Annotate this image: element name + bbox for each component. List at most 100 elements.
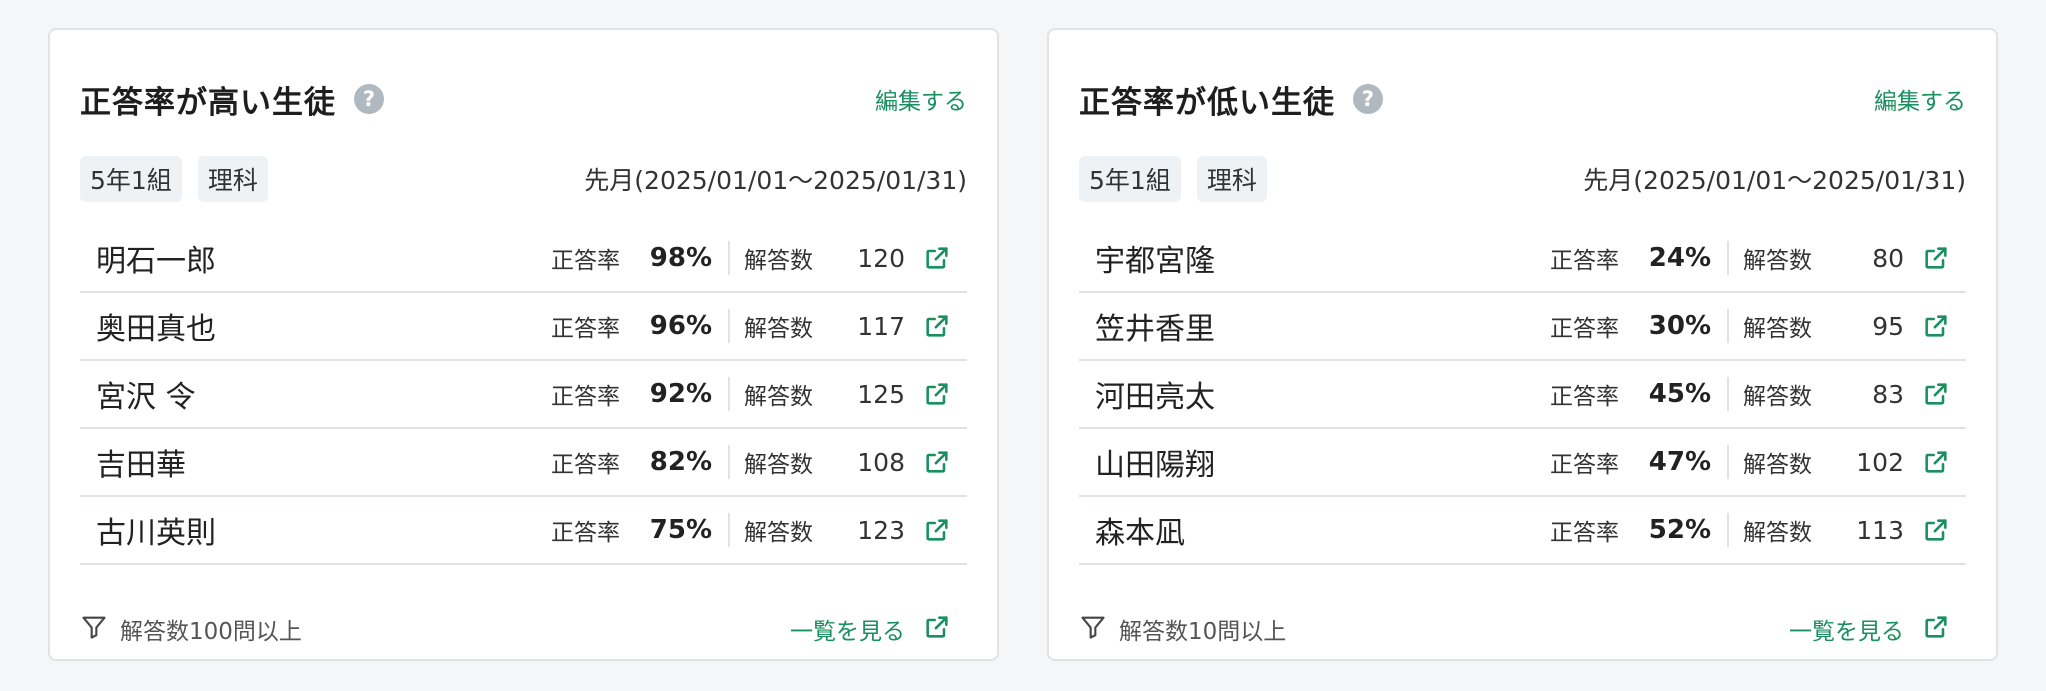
divider: [1727, 513, 1729, 547]
rate-label: 正答率: [1550, 248, 1619, 274]
divider: [728, 309, 730, 343]
count-value: 102: [1856, 447, 1904, 477]
rate-label: 正答率: [551, 520, 620, 546]
view-all-link[interactable]: 一覧を見る: [1789, 612, 1966, 646]
filter-funnel-icon: [1079, 613, 1119, 645]
student-row: 山田陽翔 正答率 47% 解答数 102: [1079, 429, 1966, 497]
student-row: 宮沢 令 正答率 92% 解答数 125: [80, 361, 967, 429]
filter-info: 解答数10問以上: [1079, 612, 1286, 646]
high-accuracy-card: 正答率が高い生徒 ? 編集する 5年1組 理科 先月(2025/01/01〜20…: [48, 28, 999, 661]
count-label: 解答数: [744, 248, 813, 274]
class-tag: 5年1組: [1079, 156, 1181, 202]
edit-link[interactable]: 編集する: [875, 82, 967, 116]
count-value: 108: [857, 447, 905, 477]
student-row: 森本凪 正答率 52% 解答数 113: [1079, 497, 1966, 565]
subject-tag: 理科: [1196, 156, 1267, 202]
card-title: 正答率が高い生徒: [80, 84, 336, 121]
count-value: 113: [1856, 515, 1904, 545]
count-label: 解答数: [744, 316, 813, 342]
count-value: 123: [857, 515, 905, 545]
count-value: 125: [857, 379, 905, 409]
external-link-icon[interactable]: [905, 244, 967, 272]
view-all-label: 一覧を見る: [1789, 619, 1904, 645]
external-link-icon[interactable]: [905, 380, 967, 408]
rate-label: 正答率: [1550, 452, 1619, 478]
card-meta: 5年1組 理科 先月(2025/01/01〜2025/01/31): [80, 156, 967, 202]
count-value: 80: [1872, 243, 1904, 273]
count-value: 83: [1872, 379, 1904, 409]
filter-info: 解答数100問以上: [80, 612, 302, 646]
student-row: 宇都宮隆 正答率 24% 解答数 80: [1079, 225, 1966, 293]
card-header: 正答率が低い生徒 ? 編集する: [1079, 74, 1966, 124]
divider: [728, 241, 730, 275]
student-name: 森本凪: [1095, 516, 1185, 551]
student-name: 奥田真也: [96, 312, 216, 347]
card-title: 正答率が低い生徒: [1079, 84, 1335, 121]
divider: [1727, 377, 1729, 411]
low-accuracy-card: 正答率が低い生徒 ? 編集する 5年1組 理科 先月(2025/01/01〜20…: [1047, 28, 1998, 661]
student-row: 吉田華 正答率 82% 解答数 108: [80, 429, 967, 497]
student-name: 笠井香里: [1095, 312, 1215, 347]
title-wrap: 正答率が高い生徒 ?: [80, 77, 384, 122]
divider: [1727, 309, 1729, 343]
rate-label: 正答率: [1550, 520, 1619, 546]
student-row: 奥田真也 正答率 96% 解答数 117: [80, 293, 967, 361]
external-link-icon[interactable]: [1904, 516, 1966, 544]
rate-value: 24%: [1648, 243, 1711, 273]
rate-label: 正答率: [1550, 316, 1619, 342]
student-row: 河田亮太 正答率 45% 解答数 83: [1079, 361, 1966, 429]
count-label: 解答数: [1743, 452, 1812, 478]
student-name: 明石一郎: [96, 244, 216, 279]
count-label: 解答数: [1743, 384, 1812, 410]
count-value: 120: [857, 243, 905, 273]
external-link-icon[interactable]: [905, 516, 967, 544]
card-footer: 解答数10問以上 一覧を見る: [1079, 607, 1966, 651]
external-link-icon[interactable]: [905, 312, 967, 340]
subject-tag: 理科: [197, 156, 268, 202]
card-header: 正答率が高い生徒 ? 編集する: [80, 74, 967, 124]
external-link-icon[interactable]: [1904, 448, 1966, 476]
rate-value: 30%: [1648, 311, 1711, 341]
external-link-icon[interactable]: [1904, 244, 1966, 272]
rate-label: 正答率: [1550, 384, 1619, 410]
question-circle-icon[interactable]: ?: [1353, 84, 1383, 114]
divider: [1727, 241, 1729, 275]
divider: [728, 513, 730, 547]
count-label: 解答数: [1743, 248, 1812, 274]
count-label: 解答数: [744, 452, 813, 478]
period-text: 先月(2025/01/01〜2025/01/31): [1583, 166, 1966, 195]
student-name: 宇都宮隆: [1095, 244, 1215, 279]
rate-value: 92%: [649, 379, 712, 409]
student-name: 河田亮太: [1095, 380, 1215, 415]
card-footer: 解答数100問以上 一覧を見る: [80, 607, 967, 651]
external-link-icon[interactable]: [1904, 312, 1966, 340]
filter-text: 解答数10問以上: [1119, 619, 1287, 645]
external-link-icon[interactable]: [1904, 380, 1966, 408]
view-all-link[interactable]: 一覧を見る: [790, 612, 967, 646]
edit-link[interactable]: 編集する: [1874, 82, 1966, 116]
view-all-label: 一覧を見る: [790, 619, 905, 645]
external-link-icon: [1922, 613, 1950, 645]
tag-list: 5年1組 理科: [80, 156, 284, 202]
title-wrap: 正答率が低い生徒 ?: [1079, 77, 1383, 122]
tag-list: 5年1組 理科: [1079, 156, 1283, 202]
student-name: 吉田華: [96, 448, 186, 483]
filter-funnel-icon: [80, 613, 120, 645]
external-link-icon: [923, 613, 951, 645]
question-circle-icon[interactable]: ?: [354, 84, 384, 114]
external-link-icon[interactable]: [905, 448, 967, 476]
student-name: 古川英則: [96, 516, 216, 551]
rate-label: 正答率: [551, 248, 620, 274]
rate-value: 75%: [649, 515, 712, 545]
divider: [728, 445, 730, 479]
count-label: 解答数: [744, 384, 813, 410]
student-list: 宇都宮隆 正答率 24% 解答数 80 笠井香里 正答率 30% 解答数 95 …: [1079, 225, 1966, 565]
filter-text: 解答数100問以上: [120, 619, 302, 645]
rate-value: 47%: [1648, 447, 1711, 477]
rate-value: 52%: [1648, 515, 1711, 545]
rate-value: 82%: [649, 447, 712, 477]
rate-label: 正答率: [551, 384, 620, 410]
student-row: 笠井香里 正答率 30% 解答数 95: [1079, 293, 1966, 361]
dashboard: 正答率が高い生徒 ? 編集する 5年1組 理科 先月(2025/01/01〜20…: [0, 0, 2046, 691]
period-text: 先月(2025/01/01〜2025/01/31): [584, 166, 967, 195]
